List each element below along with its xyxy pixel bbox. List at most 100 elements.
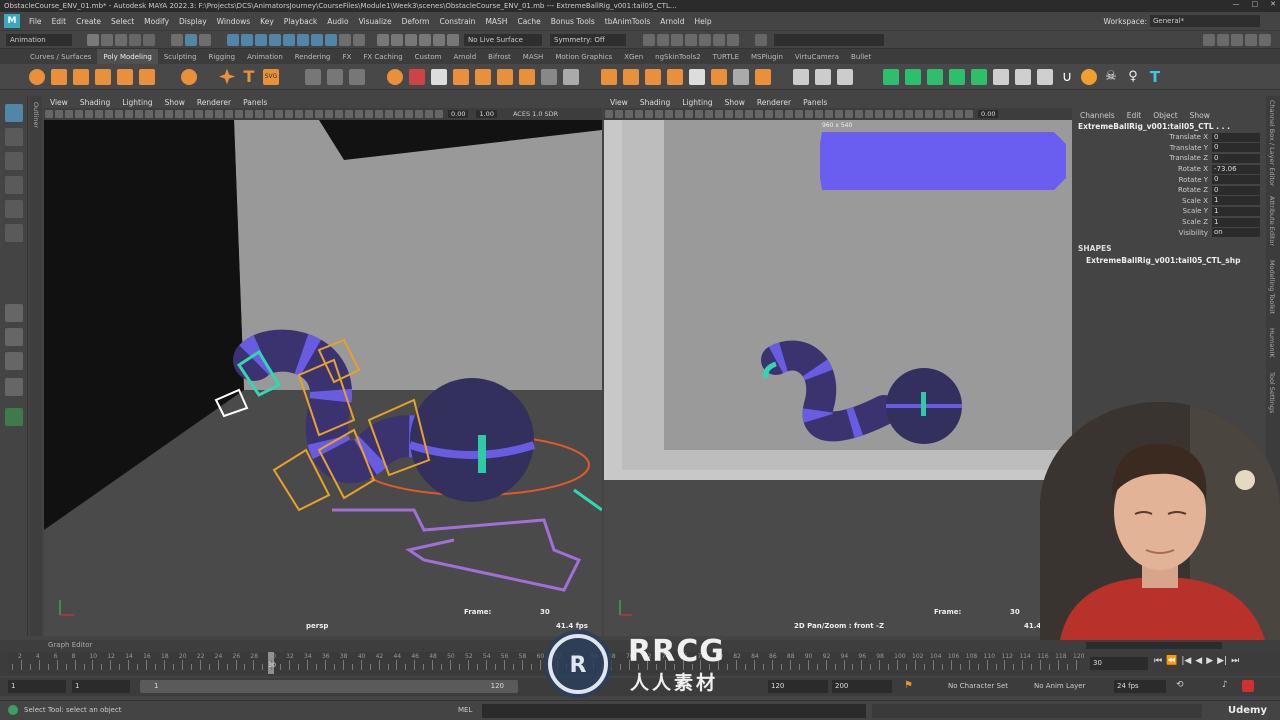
attribute-value[interactable]: -73.06 bbox=[1212, 164, 1260, 174]
live-surface-field[interactable]: No Live Surface bbox=[464, 33, 542, 46]
unfold-icon[interactable] bbox=[689, 68, 705, 85]
viewport-menu-panels[interactable]: Panels bbox=[237, 98, 273, 107]
mask-deformers-icon[interactable] bbox=[283, 33, 295, 46]
menu-visualize[interactable]: Visualize bbox=[354, 17, 397, 26]
select-hierarchy-icon[interactable] bbox=[171, 33, 183, 46]
anim-layer[interactable]: No Anim Layer bbox=[1034, 682, 1085, 690]
go-to-start-icon[interactable]: ⏮ bbox=[1154, 656, 1162, 666]
attribute-name[interactable]: Translate X bbox=[1074, 133, 1212, 141]
side-tab-humanik[interactable]: HumanIK bbox=[1268, 328, 1276, 358]
attribute-name[interactable]: Rotate Z bbox=[1074, 186, 1212, 194]
two-panes-icon[interactable] bbox=[5, 352, 23, 370]
attribute-row[interactable]: Translate X0 bbox=[1074, 132, 1266, 143]
mel-command-line[interactable] bbox=[482, 704, 866, 718]
svg-tool-icon[interactable]: SVG bbox=[263, 68, 279, 85]
open-scene-icon[interactable] bbox=[101, 33, 113, 46]
step-forward-frame-icon[interactable]: ▶| bbox=[1217, 656, 1227, 666]
custom-tool-8-icon[interactable] bbox=[1037, 68, 1053, 85]
play-forwards-icon[interactable]: ▶ bbox=[1206, 656, 1213, 666]
custom-tool-3-icon[interactable] bbox=[927, 68, 943, 85]
menu-audio[interactable]: Audio bbox=[322, 17, 353, 26]
attribute-value[interactable]: 1 bbox=[1212, 217, 1260, 227]
menu-deform[interactable]: Deform bbox=[397, 17, 435, 26]
texture-icon[interactable] bbox=[755, 68, 771, 85]
menu-key[interactable]: Key bbox=[255, 17, 279, 26]
attribute-row[interactable]: Rotate Z0 bbox=[1074, 185, 1266, 196]
poly-sphere-icon[interactable] bbox=[29, 68, 45, 85]
viewport-menu-renderer[interactable]: Renderer bbox=[191, 98, 237, 107]
mask-curves-icon[interactable] bbox=[255, 33, 267, 46]
menu-display[interactable]: Display bbox=[174, 17, 212, 26]
smooth-icon[interactable] bbox=[349, 68, 365, 85]
character-set[interactable]: No Character Set bbox=[948, 682, 1008, 690]
attribute-value[interactable]: 0 bbox=[1212, 132, 1260, 142]
menu-file[interactable]: File bbox=[24, 17, 47, 26]
poly-disc-icon[interactable] bbox=[181, 68, 197, 85]
auto-key-icon[interactable]: ⚑ bbox=[904, 680, 913, 691]
menu-edit[interactable]: Edit bbox=[47, 17, 72, 26]
fill-hole-icon[interactable] bbox=[497, 68, 513, 85]
poly-cylinder-icon[interactable] bbox=[73, 68, 89, 85]
shelf-tab-motion-graphics[interactable]: Motion Graphics bbox=[549, 49, 618, 65]
attribute-name[interactable]: Translate Y bbox=[1074, 144, 1212, 152]
attribute-name[interactable]: Scale Y bbox=[1074, 207, 1212, 215]
panel-toggle-icon[interactable] bbox=[1231, 33, 1243, 46]
outliner-layout-icon[interactable] bbox=[5, 378, 23, 396]
mel-label[interactable]: MEL bbox=[458, 706, 472, 714]
current-frame-field[interactable]: 30 bbox=[1090, 657, 1148, 670]
shelf-tab-rigging[interactable]: Rigging bbox=[203, 49, 242, 65]
attribute-value[interactable]: 0 bbox=[1212, 175, 1260, 185]
menu-modify[interactable]: Modify bbox=[139, 17, 174, 26]
record-icon[interactable] bbox=[1242, 680, 1254, 692]
custom-tool-2-icon[interactable] bbox=[905, 68, 921, 85]
shape-name[interactable]: ExtremeBallRig_v001:tail05_CTL_shp bbox=[1074, 256, 1266, 265]
undo-icon[interactable] bbox=[129, 33, 141, 46]
snap-point-icon[interactable] bbox=[405, 33, 417, 46]
shelf-tab-fx[interactable]: FX bbox=[337, 49, 358, 65]
menu-tbanimtools[interactable]: tbAnimTools bbox=[600, 17, 655, 26]
redo-icon[interactable] bbox=[143, 33, 155, 46]
soft-mod-icon[interactable] bbox=[815, 68, 831, 85]
menu-cache[interactable]: Cache bbox=[512, 17, 545, 26]
multi-cut-icon[interactable] bbox=[541, 68, 557, 85]
viewport-menu-show[interactable]: Show bbox=[159, 98, 191, 107]
separate-icon[interactable] bbox=[327, 68, 343, 85]
go-to-end-icon[interactable]: ⏭ bbox=[1231, 656, 1239, 666]
custom-tool-10-icon[interactable] bbox=[1081, 68, 1097, 85]
shelf-tab-ngskintools2[interactable]: ngSkinTools2 bbox=[649, 49, 706, 65]
snap-curve-icon[interactable] bbox=[391, 33, 403, 46]
select-object-icon[interactable] bbox=[185, 33, 197, 46]
minimize-icon[interactable]: — bbox=[1233, 0, 1240, 8]
single-perspective-icon[interactable] bbox=[5, 304, 23, 322]
mask-misc-icon[interactable] bbox=[325, 33, 337, 46]
four-view-icon[interactable] bbox=[5, 328, 23, 346]
colorspace-label[interactable]: ACES 1.0 SDR bbox=[513, 110, 558, 118]
attribute-value[interactable]: 0 bbox=[1212, 143, 1260, 153]
custom-tool-11-icon[interactable]: ♀ bbox=[1125, 69, 1141, 85]
move-tool-icon[interactable] bbox=[5, 176, 23, 194]
shelf-tab-mash[interactable]: MASH bbox=[517, 49, 550, 65]
channel-menu-edit[interactable]: Edit bbox=[1121, 111, 1148, 120]
shelf-tab-poly-modeling[interactable]: Poly Modeling bbox=[97, 48, 158, 65]
highlight-selection-icon[interactable] bbox=[353, 33, 365, 46]
poly-cone-icon[interactable] bbox=[95, 68, 111, 85]
menu-playback[interactable]: Playback bbox=[279, 17, 322, 26]
menu-select[interactable]: Select bbox=[106, 17, 139, 26]
mask-joints-icon[interactable] bbox=[241, 33, 253, 46]
attribute-name[interactable]: Scale Z bbox=[1074, 218, 1212, 226]
shelf-tab-xgen[interactable]: XGen bbox=[618, 49, 649, 65]
channel-menu-show[interactable]: Show bbox=[1184, 111, 1216, 120]
shelf-tab-sculpting[interactable]: Sculpting bbox=[158, 49, 203, 65]
attribute-row[interactable]: Visibility on bbox=[1074, 227, 1266, 238]
menu-windows[interactable]: Windows bbox=[212, 17, 255, 26]
exposure-field[interactable]: 0.00 bbox=[978, 110, 999, 118]
attribute-value[interactable]: 1 bbox=[1212, 206, 1260, 216]
menu-create[interactable]: Create bbox=[71, 17, 106, 26]
menu-bonus-tools[interactable]: Bonus Tools bbox=[546, 17, 600, 26]
bevel-icon[interactable] bbox=[475, 68, 491, 85]
viewport-menu-lighting[interactable]: Lighting bbox=[116, 98, 158, 107]
target-weld-icon[interactable] bbox=[563, 68, 579, 85]
search-icon[interactable] bbox=[5, 408, 23, 426]
lasso-tool-icon[interactable] bbox=[5, 128, 23, 146]
channel-box-object[interactable]: ExtremeBallRig_v001:tail05_CTL . . . bbox=[1074, 122, 1266, 132]
